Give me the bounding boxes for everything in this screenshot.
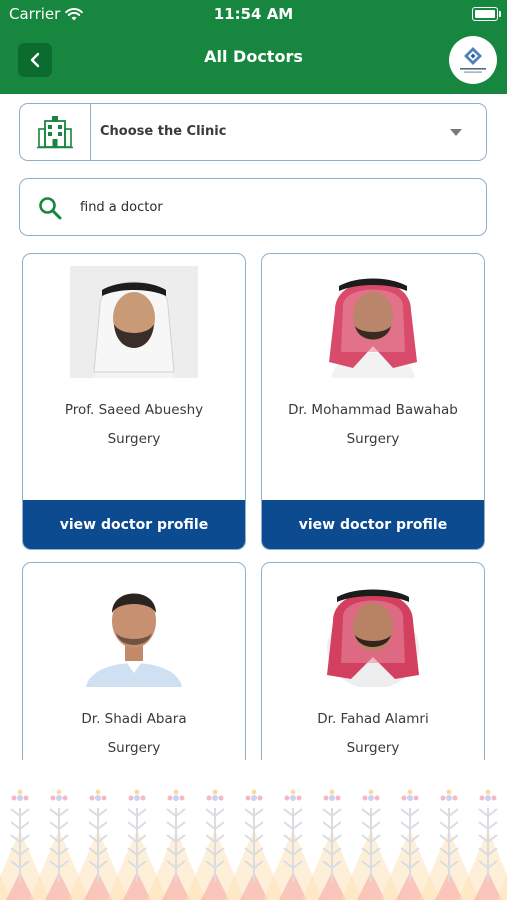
page-title: All Doctors	[204, 47, 303, 66]
doctor-photo	[309, 266, 437, 378]
doctor-specialty: Surgery	[107, 740, 161, 756]
decorative-footer-pattern	[0, 760, 507, 900]
sadu-pattern	[0, 789, 507, 900]
doctor-specialty: Surgery	[346, 431, 400, 447]
doctor-name: Prof. Saeed Abueshy	[64, 402, 204, 418]
search-input[interactable]: find a doctor	[80, 200, 163, 215]
doctor-specialty: Surgery	[107, 431, 161, 447]
doctor-photo	[309, 575, 437, 687]
logo-emblem-icon	[460, 47, 486, 73]
doctor-photo	[70, 266, 198, 378]
doctor-card[interactable]: Dr. Fahad Alamri Surgery	[261, 562, 485, 772]
hospital-logo	[449, 36, 497, 84]
status-time: 11:54 AM	[213, 5, 294, 23]
battery-icon	[472, 7, 501, 21]
clinic-select[interactable]: Choose the Clinic	[19, 103, 487, 161]
doctor-name: Dr. Shadi Abara	[81, 711, 187, 727]
view-doctor-profile-button[interactable]: view doctor profile	[23, 500, 245, 549]
doctor-card[interactable]: Dr. Mohammad Bawahab Surgery view doctor…	[261, 253, 485, 550]
view-doctor-profile-button[interactable]: view doctor profile	[262, 500, 484, 549]
clinic-select-label: Choose the Clinic	[100, 124, 227, 139]
doctor-card[interactable]: Dr. Shadi Abara Surgery	[22, 562, 246, 772]
doctor-search[interactable]: find a doctor	[19, 178, 487, 236]
doctor-name: Dr. Fahad Alamri	[317, 711, 429, 727]
doctor-card[interactable]: Prof. Saeed Abueshy Surgery view doctor …	[22, 253, 246, 550]
status-bar: Carrier 11:54 AM	[0, 0, 507, 28]
doctor-photo	[70, 575, 198, 687]
search-icon	[39, 197, 62, 220]
doctor-name: Dr. Mohammad Bawahab	[288, 402, 458, 418]
doctor-specialty: Surgery	[346, 740, 400, 756]
clinic-icon-box	[20, 104, 91, 160]
header-bar: Carrier 11:54 AM All Doctors	[0, 0, 507, 94]
hospital-building-icon	[37, 116, 73, 149]
dropdown-caret-icon	[450, 129, 462, 136]
